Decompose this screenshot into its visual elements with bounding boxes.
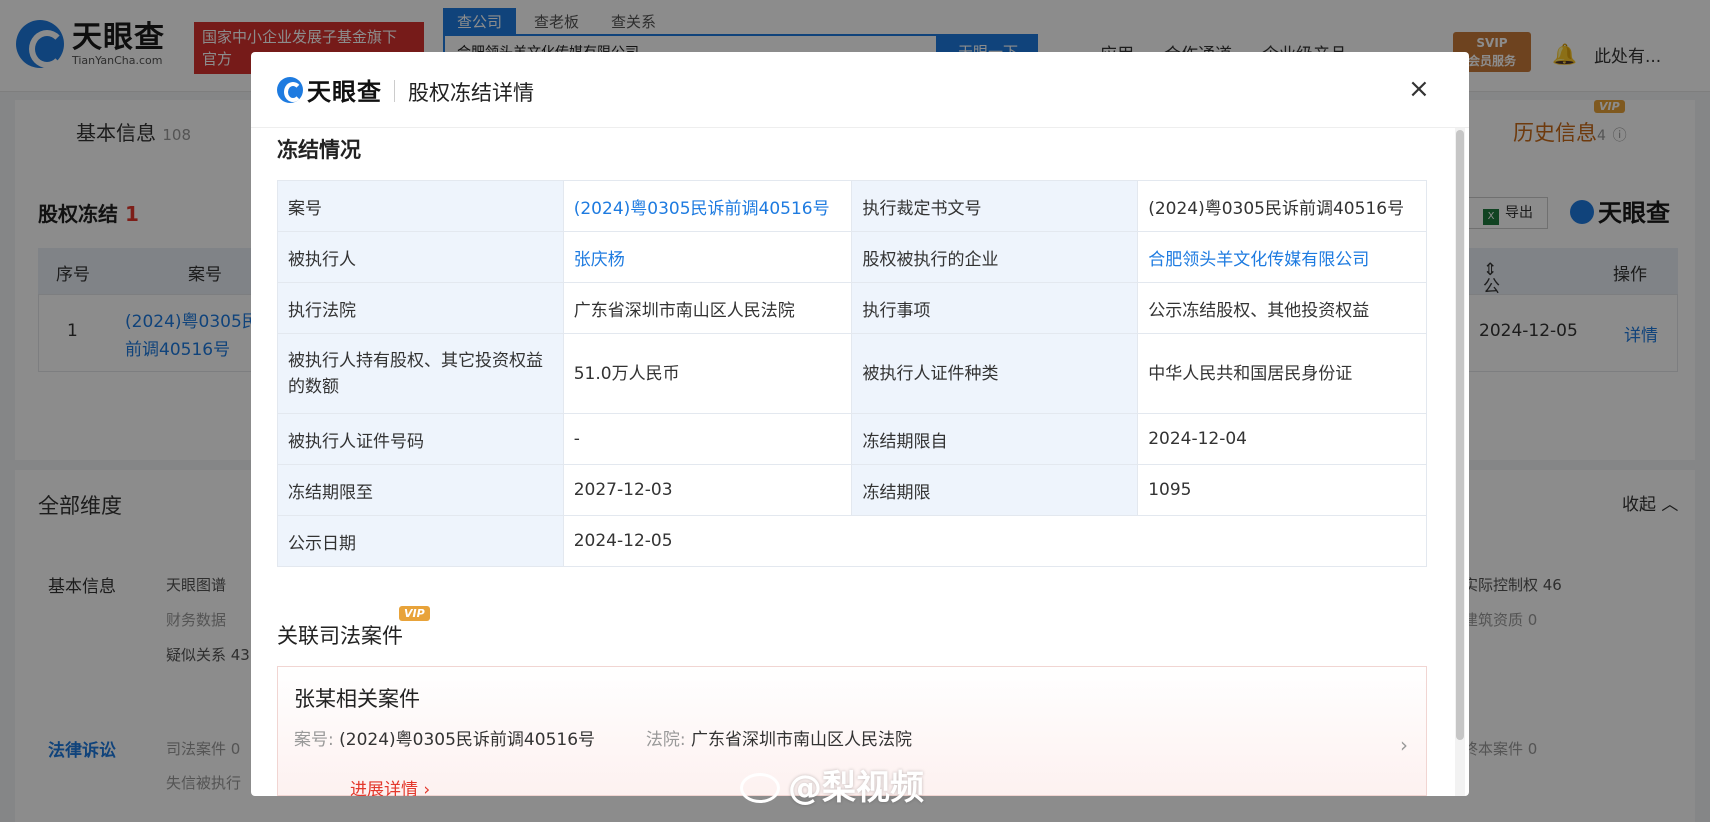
label-executee: 被执行人 bbox=[277, 231, 564, 283]
case-card-meta: 案号: (2024)粤0305民诉前调40516号 法院: 广东省深圳市南山区人… bbox=[294, 725, 912, 750]
company-link[interactable]: 合肥领头羊文化传媒有限公司 bbox=[1148, 250, 1369, 270]
table-row: 被执行人 张庆杨 股权被执行的企业 合肥领头羊文化传媒有限公司 bbox=[277, 231, 1427, 283]
watermark-text: @梨视频 bbox=[788, 768, 924, 808]
modal-logo: 天眼查 bbox=[277, 72, 382, 107]
close-icon[interactable]: × bbox=[1408, 74, 1430, 104]
label-equity-amount: 被执行人持有股权、其它投资权益的数额 bbox=[277, 333, 564, 414]
modal-title: 股权冻结详情 bbox=[408, 81, 534, 105]
table-row: 公示日期 2024-12-05 bbox=[277, 515, 1428, 567]
value-freeze-to: 2027-12-03 bbox=[562, 464, 853, 516]
value-id-type: 中华人民共和国居民身份证 bbox=[1137, 333, 1427, 414]
progress-detail-link[interactable]: 进展详情 › bbox=[350, 775, 430, 796]
header-divider bbox=[394, 80, 395, 102]
case-no-value: (2024)粤0305民诉前调40516号 bbox=[339, 730, 596, 750]
case-card-title: 张某相关案件 bbox=[294, 687, 420, 711]
label-company: 股权被执行的企业 bbox=[851, 231, 1139, 283]
court-value: 广东省深圳市南山区人民法院 bbox=[690, 730, 912, 750]
freeze-section-title: 冻结情况 bbox=[277, 138, 361, 162]
value-id-no: - bbox=[562, 413, 853, 465]
weibo-icon bbox=[740, 773, 780, 803]
label-id-type: 被执行人证件种类 bbox=[851, 333, 1139, 414]
label-matter: 执行事项 bbox=[851, 282, 1139, 334]
case-no-link[interactable]: (2024)粤0305民诉前调40516号 bbox=[574, 199, 830, 219]
value-freeze-period: 1095 bbox=[1137, 464, 1427, 516]
scrollbar-thumb[interactable] bbox=[1456, 130, 1464, 740]
related-cases-title: 关联司法案件 bbox=[277, 624, 403, 648]
logo-mark-icon bbox=[277, 76, 303, 103]
equity-freeze-modal: 天眼查 股权冻结详情 × 冻结情况 案号 (2024)粤0305民诉前调4051… bbox=[251, 52, 1469, 796]
table-row: 案号 (2024)粤0305民诉前调40516号 执行裁定书文号 (2024)粤… bbox=[277, 180, 1427, 232]
executee-link[interactable]: 张庆杨 bbox=[574, 250, 625, 270]
table-row: 执行法院 广东省深圳市南山区人民法院 执行事项 公示冻结股权、其他投资权益 bbox=[277, 282, 1427, 334]
label-freeze-from: 冻结期限自 bbox=[851, 413, 1139, 465]
table-row: 被执行人持有股权、其它投资权益的数额 51.0万人民币 被执行人证件种类 中华人… bbox=[277, 333, 1427, 414]
value-equity-amount: 51.0万人民币 bbox=[562, 333, 853, 414]
chevron-right-icon[interactable]: › bbox=[1400, 733, 1408, 757]
modal-logo-text: 天眼查 bbox=[307, 78, 382, 106]
value-publish-date: 2024-12-05 bbox=[562, 515, 1428, 567]
vip-badge: VIP bbox=[399, 606, 430, 621]
watermark: @梨视频 bbox=[740, 760, 924, 809]
court-label: 法院: bbox=[645, 730, 686, 750]
value-ruling-no: (2024)粤0305民诉前调40516号 bbox=[1137, 180, 1427, 232]
label-freeze-period: 冻结期限 bbox=[851, 464, 1139, 516]
value-court: 广东省深圳市南山区人民法院 bbox=[562, 282, 853, 334]
modal-header: 天眼查 股权冻结详情 × bbox=[251, 52, 1469, 128]
label-ruling-no: 执行裁定书文号 bbox=[851, 180, 1139, 232]
value-matter: 公示冻结股权、其他投资权益 bbox=[1137, 282, 1427, 334]
label-court: 执行法院 bbox=[277, 282, 564, 334]
table-row: 被执行人证件号码 - 冻结期限自 2024-12-04 bbox=[277, 413, 1427, 465]
case-no-label: 案号: bbox=[294, 730, 334, 750]
freeze-detail-table: 案号 (2024)粤0305民诉前调40516号 执行裁定书文号 (2024)粤… bbox=[277, 180, 1428, 567]
label-id-no: 被执行人证件号码 bbox=[277, 413, 564, 465]
label-publish-date: 公示日期 bbox=[277, 515, 564, 567]
label-freeze-to: 冻结期限至 bbox=[277, 464, 564, 516]
table-row: 冻结期限至 2027-12-03 冻结期限 1095 bbox=[277, 464, 1427, 516]
value-freeze-from: 2024-12-04 bbox=[1137, 413, 1427, 465]
label-case-no: 案号 bbox=[277, 180, 564, 232]
